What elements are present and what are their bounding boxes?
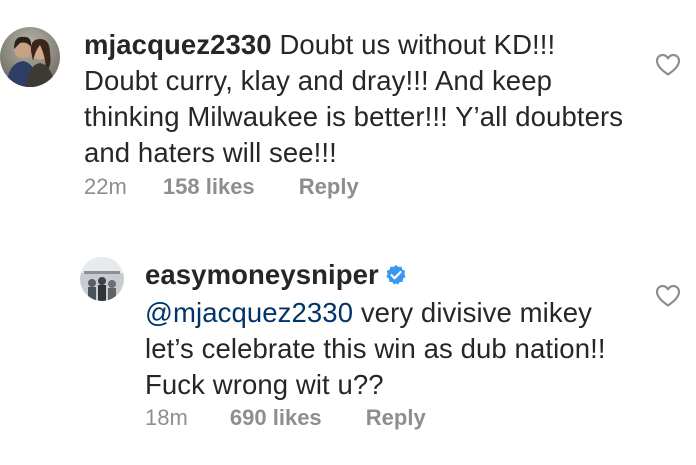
- comment-username[interactable]: easymoneysniper: [145, 259, 379, 290]
- likes-count[interactable]: 158 likes: [163, 174, 255, 200]
- user-avatar-photo: [80, 257, 124, 301]
- reply-button[interactable]: Reply: [299, 174, 359, 200]
- comment-text: easymoneysniper @mjacquez2330 very divis…: [145, 257, 625, 403]
- mention-link[interactable]: @mjacquez2330: [145, 297, 353, 328]
- avatar[interactable]: [0, 27, 60, 87]
- like-heart-icon[interactable]: [655, 284, 681, 308]
- like-heart-icon[interactable]: [655, 53, 681, 77]
- verified-badge-icon: [385, 259, 407, 295]
- reply-button[interactable]: Reply: [366, 405, 426, 431]
- comment-time: 22m: [84, 174, 127, 199]
- comment-username[interactable]: mjacquez2330: [84, 29, 272, 60]
- comment-meta: 22m 158 likes Reply: [84, 174, 359, 200]
- avatar[interactable]: [80, 257, 124, 301]
- user-avatar-photo: [0, 27, 60, 87]
- comment-time: 18m: [145, 405, 188, 430]
- comment-1: mjacquez2330 Doubt us without KD!!! Doub…: [0, 0, 696, 230]
- likes-count[interactable]: 690 likes: [230, 405, 322, 431]
- comment-meta: 18m 690 likes Reply: [145, 405, 426, 431]
- comment-text: mjacquez2330 Doubt us without KD!!! Doub…: [84, 27, 629, 171]
- comment-2: easymoneysniper @mjacquez2330 very divis…: [0, 230, 696, 465]
